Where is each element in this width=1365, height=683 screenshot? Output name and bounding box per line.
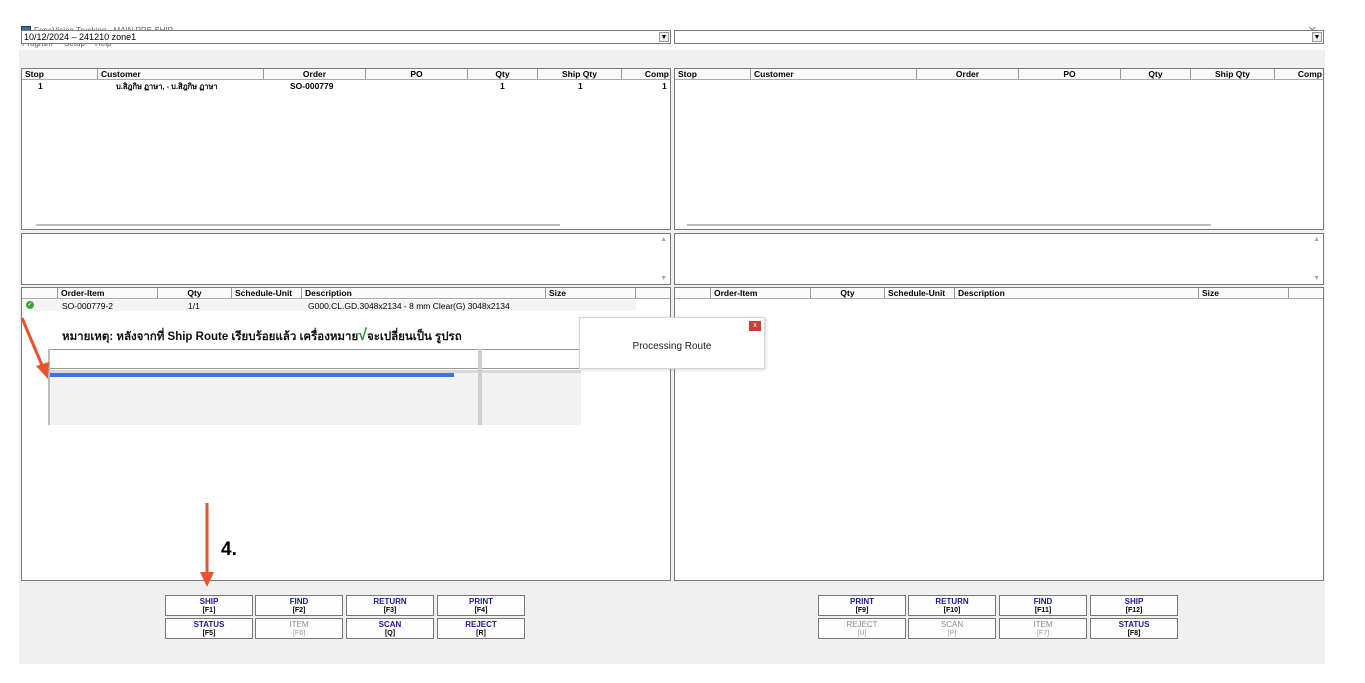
step-label: 4. [221, 539, 237, 560]
ship-button[interactable]: SHIP [F1] [165, 595, 253, 616]
processing-dialog: x Processing Route [579, 317, 765, 369]
scan-button[interactable]: SCAN [P] [908, 618, 996, 639]
button-key: [F6] [292, 630, 306, 637]
processing-message: Processing Route [632, 341, 712, 352]
button-label: STATUS [193, 620, 225, 629]
button-key: [R] [476, 630, 486, 637]
button-key: [F1] [202, 607, 216, 614]
button-label: PRINT [850, 597, 874, 606]
button-label: ITEM [289, 620, 309, 629]
button-key: [F2] [292, 607, 306, 614]
item-button[interactable]: ITEM [F6] [255, 618, 343, 639]
button-label: STATUS [1118, 620, 1150, 629]
find-button[interactable]: FIND [F2] [255, 595, 343, 616]
button-label: FIND [289, 597, 309, 606]
button-key: [Q] [384, 630, 396, 637]
close-icon[interactable]: x [749, 321, 761, 331]
button-label: RETURN [373, 597, 407, 606]
button-label: FIND [1033, 597, 1053, 606]
button-key: [F10] [943, 607, 961, 614]
button-key: [F12] [1125, 607, 1143, 614]
button-key: [F9] [855, 607, 869, 614]
button-key: [F8] [1127, 630, 1141, 637]
return-button[interactable]: RETURN [F10] [908, 595, 996, 616]
find-button[interactable]: FIND [F11] [999, 595, 1087, 616]
item-button[interactable]: ITEM [F7] [999, 618, 1087, 639]
button-key: [F7] [1036, 630, 1050, 637]
button-label: SHIP [1124, 597, 1144, 606]
print-button[interactable]: PRINT [F9] [818, 595, 906, 616]
button-key: [U] [857, 630, 867, 637]
reject-button[interactable]: REJECT [R] [437, 618, 525, 639]
button-label: SHIP [199, 597, 219, 606]
return-button[interactable]: RETURN [F3] [346, 595, 434, 616]
scan-button[interactable]: SCAN [Q] [346, 618, 434, 639]
button-label: SCAN [378, 620, 402, 629]
button-label: RETURN [935, 597, 969, 606]
status-button[interactable]: STATUS [F5] [165, 618, 253, 639]
button-label: REJECT [846, 620, 878, 629]
print-button[interactable]: PRINT [F4] [437, 595, 525, 616]
button-key: [F11] [1034, 607, 1052, 614]
button-key: [F5] [202, 630, 216, 637]
button-key: [F3] [383, 607, 397, 614]
status-button[interactable]: STATUS [F8] [1090, 618, 1178, 639]
ship-button[interactable]: SHIP [F12] [1090, 595, 1178, 616]
reject-button[interactable]: REJECT [U] [818, 618, 906, 639]
button-label: REJECT [465, 620, 497, 629]
button-key: [P] [947, 630, 957, 637]
button-label: ITEM [1033, 620, 1053, 629]
button-label: PRINT [469, 597, 493, 606]
button-label: SCAN [940, 620, 964, 629]
button-key: [F4] [474, 607, 488, 614]
